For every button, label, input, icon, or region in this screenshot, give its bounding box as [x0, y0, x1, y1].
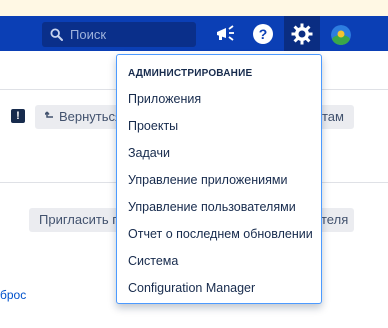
- menu-item-upgrade-report[interactable]: Отчет о последнем обновлении: [128, 227, 313, 241]
- back-button-label: Вернуться: [59, 109, 123, 124]
- search-box[interactable]: [42, 22, 196, 47]
- reset-link[interactable]: брос: [0, 288, 26, 302]
- menu-item-configuration-manager[interactable]: Configuration Manager: [128, 281, 255, 295]
- menu-item-applications[interactable]: Приложения: [128, 92, 201, 106]
- search-icon: [50, 28, 63, 41]
- invite-button-right-part[interactable]: теля: [318, 208, 354, 232]
- menu-item-system[interactable]: Система: [128, 254, 178, 268]
- menu-item-projects[interactable]: Проекты: [128, 119, 178, 133]
- menu-item-manage-apps[interactable]: Управление приложениями: [128, 173, 287, 187]
- menu-heading: АДМИНИСТРИРОВАНИЕ: [128, 68, 253, 79]
- back-button-right-part[interactable]: там: [318, 105, 354, 129]
- search-input[interactable]: [70, 26, 190, 43]
- megaphone-icon[interactable]: [214, 22, 238, 46]
- invite-button-label: Пригласить п: [39, 212, 120, 227]
- menu-item-issues[interactable]: Задачи: [128, 146, 170, 160]
- gear-icon[interactable]: [290, 22, 314, 46]
- back-button[interactable]: Вернуться: [35, 105, 125, 129]
- menu-item-user-management[interactable]: Управление пользователями: [128, 200, 296, 214]
- notice-strip: [0, 0, 388, 16]
- invite-button[interactable]: Пригласить п: [29, 208, 121, 232]
- help-icon[interactable]: ?: [251, 22, 275, 46]
- admin-dropdown-menu: АДМИНИСТРИРОВАНИЕ Приложения Проекты Зад…: [116, 54, 322, 304]
- exclamation-icon: !: [11, 109, 25, 123]
- svg-text:?: ?: [259, 26, 268, 42]
- return-arrow-icon: [44, 105, 55, 129]
- avatar[interactable]: [331, 25, 351, 45]
